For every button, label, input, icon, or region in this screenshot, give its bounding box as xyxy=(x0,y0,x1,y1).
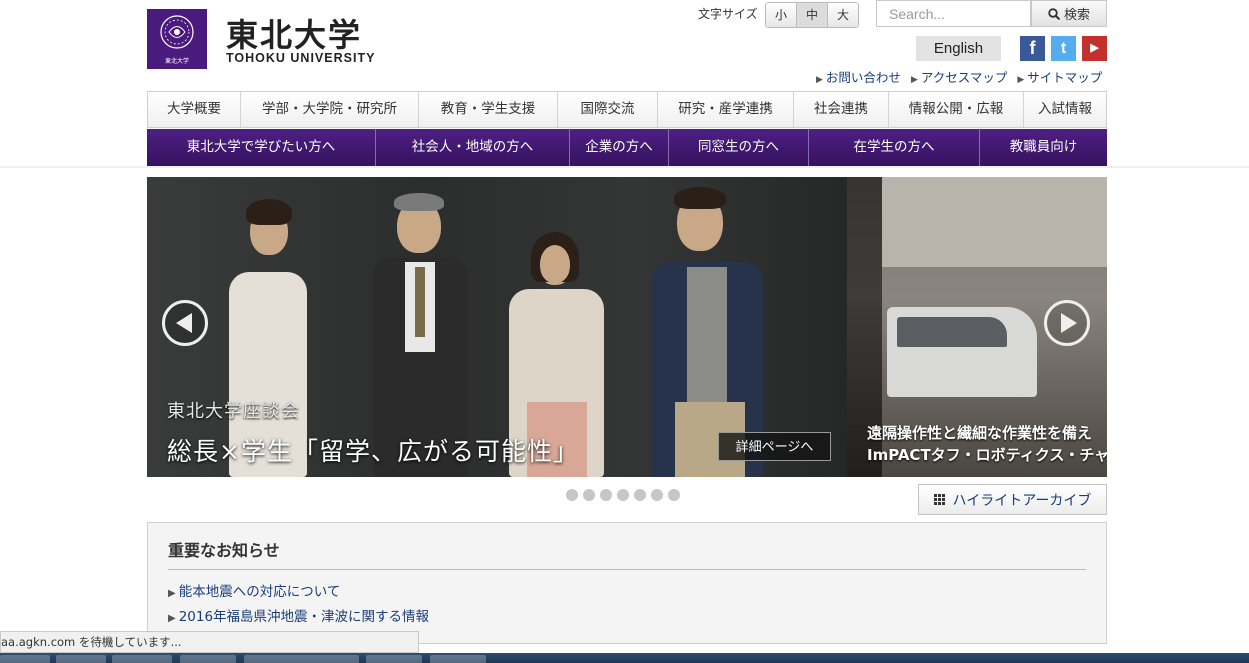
nav-item-social[interactable]: 社会連携 xyxy=(793,92,888,127)
slider-dots xyxy=(566,489,680,501)
slide-detail-button[interactable]: 詳細ページへ xyxy=(718,432,831,461)
logo-title-jp[interactable]: 東北大学 xyxy=(226,10,362,56)
arrow-left-icon xyxy=(176,313,192,333)
slider-dot[interactable] xyxy=(617,489,629,501)
search-icon xyxy=(1048,7,1060,20)
hero-slider: 東北大学座談会 総長×学生「留学、広がる可能性」 詳細ページへ 遠隔操作性と繊細… xyxy=(147,177,1107,477)
triangle-right-icon: ▶ xyxy=(168,588,176,599)
contact-link[interactable]: ▶ お問い合わせ xyxy=(816,67,901,86)
audience-nav: 東北大学で学びたい方へ 社会人・地域の方へ 企業の方へ 同窓生の方へ 在学生の方… xyxy=(147,129,1107,166)
nav-item-admissions[interactable]: 入試情報 xyxy=(1023,92,1107,127)
arrow-right-icon xyxy=(1061,313,1077,333)
slide-caption-sub: 東北大学座談会 xyxy=(167,401,300,422)
highlight-archive-button[interactable]: ハイライトアーカイブ xyxy=(918,484,1107,515)
nav-item-about[interactable]: 大学概要 xyxy=(147,92,240,127)
utility-links: ▶ お問い合わせ ▶ アクセスマップ ▶ サイトマップ xyxy=(816,67,1102,86)
search-button[interactable]: 検索 xyxy=(1031,0,1107,27)
arrow-right-icon: ▶ xyxy=(816,75,823,85)
slider-prev-button[interactable] xyxy=(162,300,208,346)
nav-item-research[interactable]: 研究・産学連携 xyxy=(657,92,793,127)
university-seal-logo[interactable]: 東北大学 xyxy=(147,9,207,69)
notice-divider xyxy=(168,569,1086,570)
nav-item-disclosure[interactable]: 情報公開・広報 xyxy=(888,92,1023,127)
slider-dot[interactable] xyxy=(634,489,646,501)
search-button-label: 検索 xyxy=(1063,8,1090,23)
seal-caption: 東北大学 xyxy=(164,58,189,65)
english-site-button[interactable]: English xyxy=(916,36,1001,61)
primary-nav: 大学概要 学部・大学院・研究所 教育・学生支援 国際交流 研究・産学連携 社会連… xyxy=(147,91,1107,128)
photo-van-window xyxy=(897,317,1007,347)
taskbar-button[interactable] xyxy=(0,655,50,663)
taskbar-button[interactable] xyxy=(112,655,172,663)
important-notice-panel: 重要なお知らせ ▶ 能本地震への対応について ▶ 2016年福島県沖地震・津波に関す… xyxy=(147,522,1107,644)
nav-item-international[interactable]: 国際交流 xyxy=(557,92,657,127)
twitter-icon[interactable]: t xyxy=(1051,36,1076,61)
triangle-right-icon: ▶ xyxy=(168,613,176,624)
nav-item-education[interactable]: 教育・学生支援 xyxy=(418,92,557,127)
notice-title: 重要なお知らせ xyxy=(168,541,280,560)
slider-dot[interactable] xyxy=(651,489,663,501)
taskbar-button[interactable] xyxy=(244,655,359,663)
font-size-label: 文字サイズ xyxy=(698,7,758,21)
font-size-selector: 小 中 大 xyxy=(765,2,859,28)
audience-students[interactable]: 在学生の方へ xyxy=(808,129,979,166)
browser-status-bar: aa.agkn.com を待機しています... xyxy=(0,631,419,653)
facebook-icon[interactable]: f xyxy=(1020,36,1045,61)
font-size-small-button[interactable]: 小 xyxy=(766,3,797,27)
taskbar-button[interactable] xyxy=(180,655,236,663)
arrow-right-icon: ▶ xyxy=(910,75,918,85)
audience-prospective[interactable]: 東北大学で学びたい方へ xyxy=(147,129,375,166)
notice-item[interactable]: ▶ 能本地震への対応について xyxy=(168,580,340,600)
next-slide-caption-1: 遠隔操作性と繊細な作業性を備え xyxy=(867,424,1093,442)
taskbar-button[interactable] xyxy=(366,655,422,663)
search-input[interactable] xyxy=(876,0,1031,27)
audience-community[interactable]: 社会人・地域の方へ xyxy=(375,129,569,166)
slider-dot[interactable] xyxy=(668,489,680,501)
font-size-medium-button[interactable]: 中 xyxy=(797,3,828,27)
content-separator xyxy=(0,166,1249,168)
photo-sky xyxy=(882,177,1107,267)
audience-alumni[interactable]: 同窓生の方へ xyxy=(668,129,808,166)
slider-next-button[interactable] xyxy=(1044,300,1090,346)
slider-dot[interactable] xyxy=(600,489,612,501)
sitemap-link[interactable]: ▶ サイトマップ xyxy=(1017,67,1102,86)
nav-item-faculties[interactable]: 学部・大学院・研究所 xyxy=(240,92,418,127)
notice-item[interactable]: ▶ 2016年福島県沖地震・津波に関する情報 xyxy=(168,605,429,625)
grid-icon xyxy=(933,494,945,505)
access-map-link[interactable]: ▶ アクセスマップ xyxy=(911,67,1007,86)
arrow-right-icon: ▶ xyxy=(1017,75,1025,85)
audience-companies[interactable]: 企業の方へ xyxy=(569,129,668,166)
slider-dot[interactable] xyxy=(583,489,595,501)
highlight-archive-label: ハイライトアーカイブ xyxy=(952,492,1092,509)
slide-caption-main: 総長×学生「留学、広がる可能性」 xyxy=(167,437,579,466)
taskbar-button[interactable] xyxy=(56,655,106,663)
taskbar-button[interactable] xyxy=(430,655,486,663)
slider-dot[interactable] xyxy=(566,489,578,501)
audience-staff[interactable]: 教職員向け xyxy=(979,129,1107,166)
slide-photo-main[interactable]: 東北大学座談会 総長×学生「留学、広がる可能性」 詳細ページへ xyxy=(147,177,847,477)
font-size-large-button[interactable]: 大 xyxy=(828,3,858,27)
next-slide-caption-2: ImPACTタフ・ロボティクス・チャ xyxy=(867,446,1107,464)
logo-title-en[interactable]: TOHOKU UNIVERSITY xyxy=(226,51,375,65)
youtube-icon[interactable]: ▶ xyxy=(1082,36,1107,61)
